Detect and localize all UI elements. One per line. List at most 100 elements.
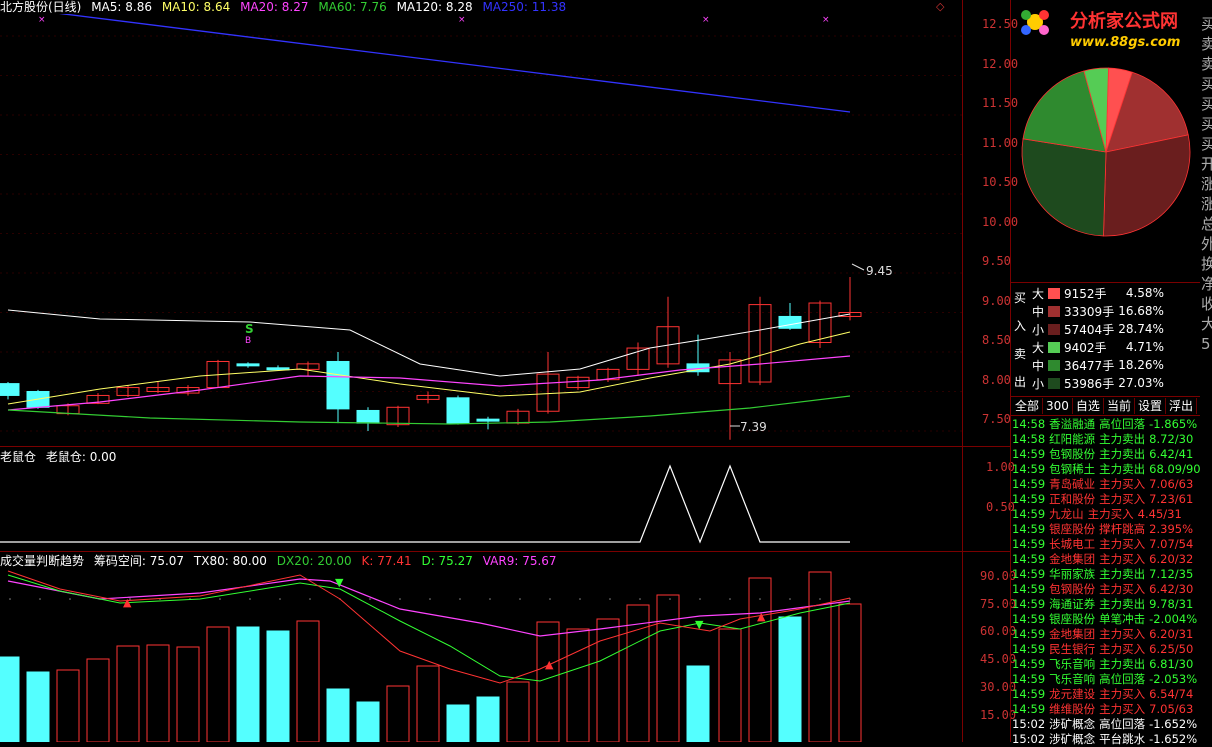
high-price-label: 9.45 xyxy=(866,264,893,278)
flow-hands: 57404手 xyxy=(1064,322,1115,337)
tick-val: -2.004% xyxy=(1149,612,1198,626)
tick-row[interactable]: 14:59 金地集团 主力买入 6.20/31 xyxy=(1012,627,1200,642)
tick-name: 香溢融通 xyxy=(1049,417,1096,431)
reference-dot xyxy=(9,598,11,600)
tick-action: 主力卖出 xyxy=(1099,462,1146,476)
tick-name: 包钢稀土 xyxy=(1049,462,1096,476)
vertical-label: 买 xyxy=(1201,115,1212,133)
tick-row[interactable]: 14:59 民生银行 主力买入 6.25/50 xyxy=(1012,642,1200,657)
tick-row[interactable]: 14:59 龙元建设 主力买入 6.54/74 xyxy=(1012,687,1200,702)
kline-chart[interactable]: × × × × xyxy=(0,14,962,446)
tick-val: 6.20/32 xyxy=(1149,552,1194,566)
tick-row[interactable]: 14:59 飞乐音响 主力卖出 6.81/30 xyxy=(1012,657,1200,672)
volume-bar xyxy=(326,688,350,742)
settings-diamond-icon[interactable]: ◇ xyxy=(936,0,944,13)
stock-title[interactable]: 北方股份(日线) xyxy=(0,0,81,14)
flow-hands: 9152手 xyxy=(1064,286,1107,301)
tick-time: 15:02 xyxy=(1012,717,1046,731)
flow-row: 大 9152手 4.58% xyxy=(1030,284,1166,302)
vertical-label: 卖 xyxy=(1201,35,1212,53)
flow-hands: 36477手 xyxy=(1064,358,1115,373)
event-marker-icon: × xyxy=(458,15,466,25)
tick-row[interactable]: 14:59 正和股份 主力买入 7.23/61 xyxy=(1012,492,1200,507)
tick-val: 7.23/61 xyxy=(1149,492,1194,506)
tick-row[interactable]: 14:59 包钢股份 主力买入 6.42/30 xyxy=(1012,582,1200,597)
logo-mark-icon xyxy=(1018,7,1052,37)
ma60-line xyxy=(7,395,851,425)
tick-row[interactable]: 14:59 飞乐音响 高位回落 -2.053% xyxy=(1012,672,1200,687)
flow-percent: 4.58% xyxy=(1125,286,1164,300)
low-price-label: 7.39 xyxy=(740,420,767,434)
tick-row[interactable]: 14:59 九龙山 主力买入 4.45/31 xyxy=(1012,507,1200,522)
tick-row[interactable]: 14:59 银座股份 单笔冲击 -2.004% xyxy=(1012,612,1200,627)
tab-1[interactable]: 300 xyxy=(1043,398,1073,414)
tick-row[interactable]: 14:59 青岛碱业 主力买入 7.06/63 xyxy=(1012,477,1200,492)
tick-row[interactable]: 14:59 维维股份 主力买入 7.05/63 xyxy=(1012,702,1200,717)
flow-swatch xyxy=(1046,302,1062,320)
tick-action: 高位回落 xyxy=(1099,417,1146,431)
reference-dot xyxy=(519,598,521,600)
volume-bar xyxy=(236,626,260,742)
vertical-label: 总 xyxy=(1201,215,1212,233)
mid-indicator-chart[interactable] xyxy=(0,446,962,551)
reference-dot xyxy=(39,598,41,600)
vertical-label: 收 xyxy=(1201,295,1212,313)
flow-size: 小 xyxy=(1032,376,1045,391)
volume-bar xyxy=(446,704,470,742)
pie-slice xyxy=(1103,134,1191,237)
tick-row[interactable]: 15:02 涉矿概念 高位回落 -1.652% xyxy=(1012,717,1200,732)
tick-val: 4.45/31 xyxy=(1137,507,1182,521)
tick-action: 主力买入 xyxy=(1099,537,1146,551)
buy-arrow-icon: ▲ xyxy=(545,658,554,671)
tick-val: -1.652% xyxy=(1149,717,1198,731)
flow-row: 小 53986手 27.03% xyxy=(1030,374,1166,392)
ma10-line xyxy=(7,331,851,405)
tick-action: 主力买入 xyxy=(1099,492,1146,506)
tick-row[interactable]: 14:59 包钢股份 主力卖出 6.42/41 xyxy=(1012,447,1200,462)
ma10-label: MA10: 8.64 xyxy=(161,0,231,14)
tick-row[interactable]: 14:59 海通证券 主力卖出 9.78/31 xyxy=(1012,597,1200,612)
tick-val: 6.25/50 xyxy=(1149,642,1194,656)
tick-row[interactable]: 14:58 香溢融通 高位回落 -1.865% xyxy=(1012,417,1200,432)
vertical-label: 买 xyxy=(1201,135,1212,153)
tick-time: 14:59 xyxy=(1012,702,1046,716)
reference-dot xyxy=(729,598,731,600)
tab-0[interactable]: 全部 xyxy=(1012,398,1044,414)
tick-action: 高位回落 xyxy=(1099,717,1146,731)
tick-row[interactable]: 14:59 银座股份 撑杆跳高 2.395% xyxy=(1012,522,1200,537)
tick-time: 14:59 xyxy=(1012,582,1046,596)
candle-body xyxy=(356,409,380,424)
tab-2[interactable]: 自选 xyxy=(1073,398,1104,414)
ma60-label: MA60: 7.76 xyxy=(318,0,387,14)
reference-dot xyxy=(279,598,281,600)
tick-name: 飞乐音响 xyxy=(1049,657,1096,671)
tick-action: 高位回落 xyxy=(1099,672,1146,686)
tick-action: 主力买入 xyxy=(1099,687,1146,701)
reference-dot xyxy=(459,598,461,600)
flow-row: 大 9402手 4.71% xyxy=(1030,338,1166,356)
vertical-label: 大 xyxy=(1201,315,1212,333)
reference-dot xyxy=(579,598,581,600)
volume-bar xyxy=(206,626,230,742)
tick-row[interactable]: 14:59 华丽家族 主力卖出 7.12/35 xyxy=(1012,567,1200,582)
tick-row[interactable]: 15:02 涉矿概念 平台跳水 -1.652% xyxy=(1012,732,1200,747)
tab-3[interactable]: 当前 xyxy=(1104,398,1135,414)
tick-action: 主力买入 xyxy=(1099,702,1146,716)
tick-action: 主力卖出 xyxy=(1099,657,1146,671)
tab-5[interactable]: 浮出 xyxy=(1166,398,1197,414)
tick-action: 主力卖出 xyxy=(1099,597,1146,611)
tick-row[interactable]: 14:58 红阳能源 主力卖出 8.72/30 xyxy=(1012,432,1200,447)
tick-val: 2.395% xyxy=(1149,522,1194,536)
tick-row[interactable]: 14:59 长城电工 主力买入 7.07/54 xyxy=(1012,537,1200,552)
tick-row[interactable]: 14:59 金地集团 主力买入 6.20/32 xyxy=(1012,552,1200,567)
tick-name: 飞乐音响 xyxy=(1049,672,1096,686)
sell-arrow-icon: ▼ xyxy=(695,618,704,631)
tick-row[interactable]: 14:59 包钢稀土 主力卖出 68.09/90 xyxy=(1012,462,1200,477)
flow-size: 中 xyxy=(1032,304,1045,319)
vertical-label: 涨 xyxy=(1201,175,1212,193)
tab-4[interactable]: 设置 xyxy=(1135,398,1166,414)
volume-trend-chart[interactable]: ▲ ▼ ▲ ▼ ▲ xyxy=(0,551,962,742)
tick-action: 主力买入 xyxy=(1099,627,1146,641)
volume-bar xyxy=(596,618,620,742)
tick-time: 14:59 xyxy=(1012,462,1046,476)
